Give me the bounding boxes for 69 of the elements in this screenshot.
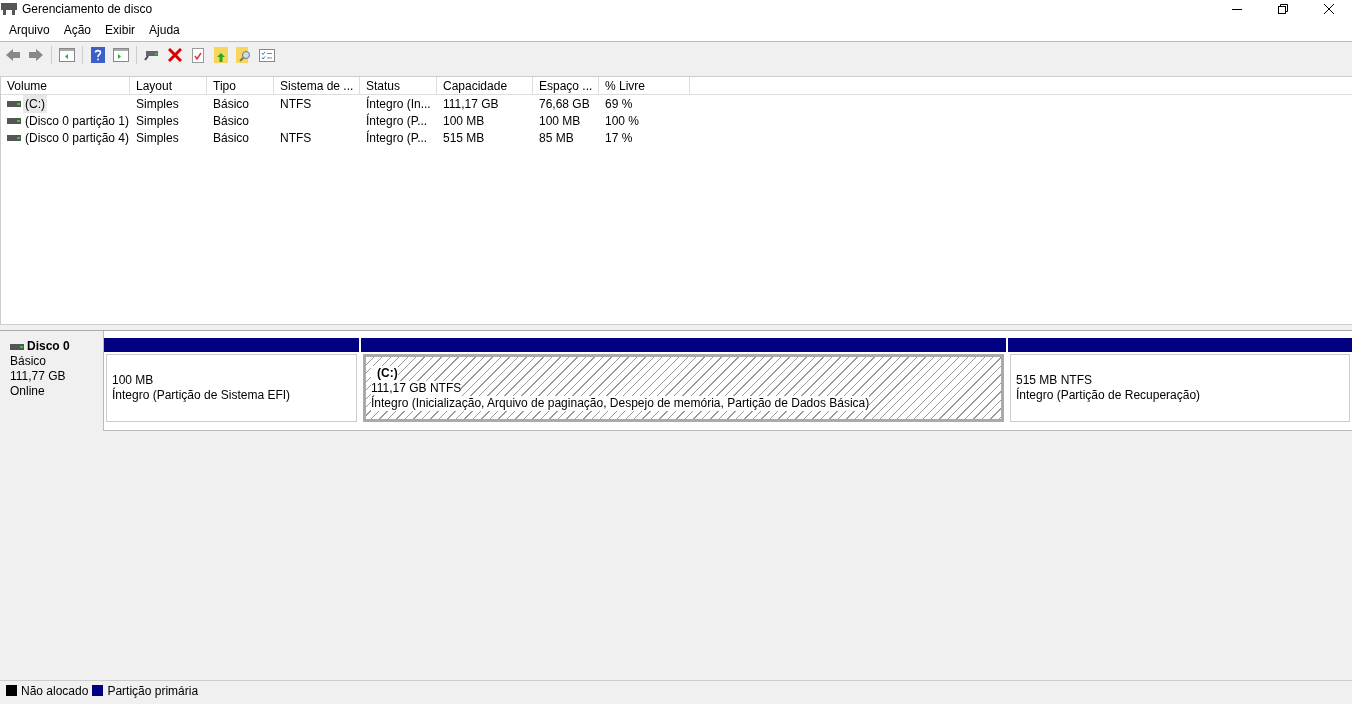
column-header[interactable]: Sistema de ...: [274, 77, 360, 95]
column-header[interactable]: Tipo: [207, 77, 274, 95]
disk-type: Básico: [10, 354, 48, 369]
column-header[interactable]: % Livre: [599, 77, 690, 95]
menu-item[interactable]: Ajuda: [142, 18, 187, 41]
partition-block[interactable]: 100 MB Íntegro (Partição de Sistema EFI): [104, 338, 359, 425]
table-cell-text: Íntegro (In...: [366, 95, 431, 113]
window-icon: [113, 48, 129, 62]
menu-item[interactable]: Exibir: [98, 18, 143, 41]
table-cell-text: 76,68 GB: [539, 95, 590, 113]
disk-name: Disco 0: [27, 339, 70, 354]
close-icon: [1324, 4, 1334, 14]
table-cell-text: 100 MB: [539, 112, 581, 130]
partition-status: Íntegro (Inicialização, Arquivo de paginação, Despejo de memória, Partição de Dados Básica): [371, 395, 870, 411]
partition-block[interactable]: 515 MB NTFS Íntegro (Partição de Recuperação): [1008, 338, 1352, 425]
column-header[interactable]: Status: [360, 77, 437, 95]
table-cell-text: Simples: [136, 95, 179, 113]
menu-item[interactable]: Arquivo: [2, 18, 57, 41]
table-cell-text: Básico: [213, 95, 250, 113]
drive-label[interactable]: (Disco 0 partição 1): [25, 111, 130, 130]
partition-label: (C:): [371, 365, 398, 381]
partition-size: 111,17 GB NTFS: [371, 380, 462, 396]
column-header[interactable]: Capacidade: [437, 77, 533, 95]
table-cell-text: NTFS: [280, 129, 312, 147]
document-check-icon: [192, 47, 204, 63]
partition-block[interactable]: (C:) 111,17 GB NTFS Íntegro (Inicialização, Arquivo de paginação, Despejo de memória, Partição de Dados Básica): [361, 338, 1006, 425]
table-cell-text: 17 %: [605, 129, 633, 147]
table-cell-text: 515 MB: [443, 129, 485, 147]
drive-icon: [7, 117, 21, 124]
restore-icon: [1278, 4, 1288, 14]
partition-status: Íntegro (Partição de Sistema EFI): [112, 388, 291, 403]
table-cell-text: Íntegro (P...: [366, 112, 428, 130]
right-arrow-icon: [28, 48, 44, 62]
disk-management-icon: [1, 3, 17, 15]
table-cell-text: Simples: [136, 112, 179, 130]
drive-label[interactable]: (Disco 0 partição 4): [25, 128, 130, 147]
table-cell-text: 100 MB: [443, 112, 485, 130]
left-arrow-icon: [5, 48, 21, 62]
table-cell-text: NTFS: [280, 95, 312, 113]
table-cell-text: Íntegro (P...: [366, 129, 428, 147]
table-cell-text: Básico: [213, 112, 250, 130]
table-cell-text: Simples: [136, 129, 179, 147]
disk-status: Online: [10, 384, 46, 399]
table-cell-text: 111,17 GB: [443, 95, 499, 113]
window-icon: [59, 48, 75, 62]
disk-info-panel[interactable]: Disco 0 Básico 111,77 GB Online: [0, 331, 104, 431]
drive-icon: [10, 343, 24, 350]
window-title: Gerenciamento de disco: [22, 1, 153, 18]
legend-label: Não alocado: [21, 682, 89, 700]
partition-status: Íntegro (Partição de Recuperação): [1016, 388, 1201, 403]
table-cell-text: 69 %: [605, 95, 633, 113]
drive-icon: [7, 100, 21, 107]
disk-size: 111,77 GB: [10, 369, 67, 384]
minimize-icon: [1232, 8, 1242, 10]
legend-label: Partição primária: [107, 682, 199, 700]
menu-item[interactable]: Ação: [56, 18, 99, 41]
table-cell-text: Básico: [213, 129, 250, 147]
folder-search-icon: [236, 47, 252, 63]
partition-size: 515 MB NTFS: [1016, 373, 1093, 387]
table-cell-text: 100 %: [605, 112, 640, 130]
help-icon: [91, 47, 105, 63]
drive-icon: [144, 49, 160, 61]
partition-size: 100 MB: [112, 373, 154, 387]
checklist-icon: [259, 48, 275, 62]
column-header[interactable]: Layout: [130, 77, 207, 95]
delete-icon: [168, 48, 182, 62]
column-header[interactable]: Espaço ...: [533, 77, 599, 95]
table-cell-text: 85 MB: [539, 129, 574, 147]
drive-icon: [7, 134, 21, 141]
